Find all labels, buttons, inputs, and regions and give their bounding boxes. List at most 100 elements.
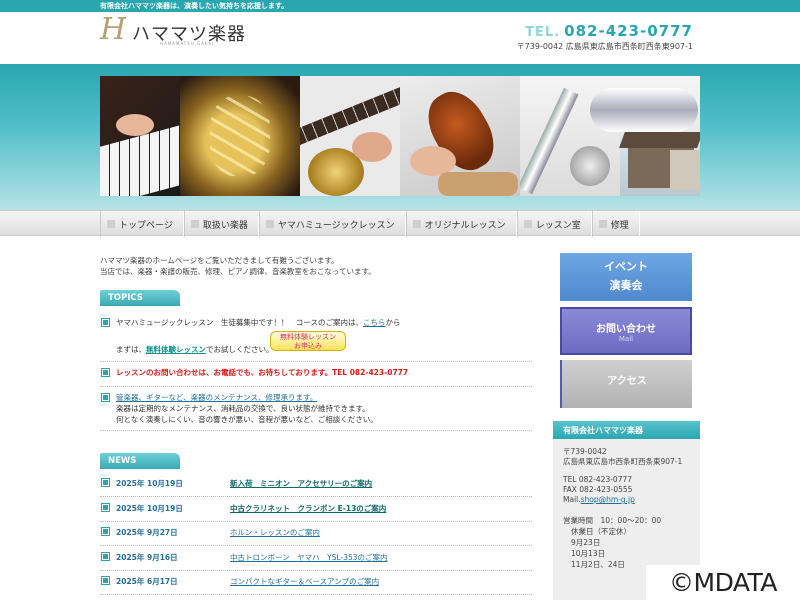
tel-label: TEL. [525, 25, 561, 40]
contact-label: お問い合わせ [596, 324, 656, 335]
nav-original-lesson[interactable]: オリジナルレッスン [405, 211, 517, 237]
news-row: 2025年 9月27日 ホルン・レッスンのご案内 [100, 524, 532, 546]
bullet-icon [102, 577, 109, 584]
bullet-icon [102, 369, 109, 376]
bullet-icon [102, 528, 109, 535]
news-date: 2025年 9月16日 [116, 552, 178, 562]
header-address: 〒739-0042 広島県東広島市西条町西条東907-1 [516, 42, 693, 51]
nav-bullet-icon [107, 220, 115, 228]
topic-text: ヤマハミュージックレッスン 生徒募集中です！！ コースのご案内は、 [116, 318, 363, 327]
bullet-icon [102, 394, 109, 401]
contact-sublabel: Mail [618, 335, 634, 343]
mail-label: Mail. [563, 495, 581, 504]
access-button[interactable]: アクセス [560, 360, 692, 408]
company-heading: 有限会社ハママツ楽器 [553, 421, 700, 439]
intro-line-2: 当店では、楽器・楽譜の販売、修理、ピアノ調律、音楽教室をおこなっています。 [100, 267, 376, 276]
nav-label: トップページ [119, 220, 173, 231]
repair-link[interactable]: 管楽器、ギターなど、楽器のメンテナンス、修理承ります。 [116, 393, 317, 403]
news-row: 2025年 6月17日 コンパクトなギター＆ベースアンプのご案内 [100, 573, 532, 595]
access-label: アクセス [607, 376, 647, 387]
bullet-icon [102, 503, 109, 511]
news-link[interactable]: 中古クラリネット クランポン E-13のご案内 [230, 503, 386, 514]
news-row: 2025年 10月19日 中古クラリネット クランポン E-13のご案内 [100, 500, 532, 522]
nav-bullet-icon [523, 220, 532, 228]
trial-button-line-1: 無料体験レッスン [280, 333, 336, 341]
nav-instruments[interactable]: 取扱い楽器 [183, 211, 259, 237]
hero-collage [100, 76, 700, 196]
news-date: 2025年 9月27日 [116, 528, 178, 537]
business-hours: 営業時間 10：00～20：00 [563, 516, 662, 525]
nav-label: ヤマハミュージックレッスン [277, 220, 395, 231]
bullet-icon [102, 319, 109, 326]
holiday-label: 休業日（不定休） [571, 527, 631, 536]
intro-text: ハママツ楽器のホームページをご覧いただきまして有難うございます。 当店では、楽器… [100, 255, 540, 277]
news-date: 2025年 10月19日 [116, 503, 183, 513]
trial-lesson-link[interactable]: 無料体験レッスン [146, 345, 206, 354]
news-row: 2025年 10月19日 新入荷 ミニオン アクセサリーのご案内 [100, 475, 532, 497]
holiday-date: 9月23日 [571, 538, 601, 547]
nav-bullet-icon [190, 220, 199, 228]
holiday-date: 10月13日 [571, 549, 606, 558]
tagline: 有限会社ハママツ楽器は、演奏したい気持ちを応援します。 [100, 2, 289, 10]
topic-text: 何となく演奏しにくい、音の響きが悪い、音程が悪いなど、ご相談ください。 [116, 415, 378, 424]
intro-line-1: ハママツ楽器のホームページをご覧いただきまして有難うございます。 [100, 256, 339, 265]
company-zip: 〒739-0042 [563, 447, 607, 456]
logo-subtext: HAMAMATSU GAKKI [160, 41, 215, 46]
bullet-icon [102, 552, 109, 560]
news-date: 2025年 6月17日 [116, 577, 178, 586]
news-row: 2025年 9月16日 中古トロンボーン ヤマハ YSL-353のご案内 [100, 549, 532, 571]
header-tel: TEL. 082-423-0777 [525, 22, 693, 40]
nav-label: 修理 [610, 220, 629, 231]
saxophone-photo [180, 76, 300, 196]
tel-number: 082-423-0777 [564, 22, 693, 40]
event-button[interactable]: イベント 演奏会 [560, 253, 692, 301]
guitar-horn-photo [300, 76, 400, 196]
topic-text: 楽器は定期的なメンテナンス、消耗品の交換で、良い状態が維持できます。 [116, 404, 370, 413]
nav-bullet-icon [598, 220, 607, 228]
nav-bullet-icon [412, 220, 421, 228]
topic-item: 管楽器、ギターなど、楽器のメンテナンス、修理承ります。 楽器は定期的なメンテナン… [100, 391, 532, 431]
news-date: 2025年 10月19日 [116, 479, 183, 488]
topic-text: から [385, 318, 401, 327]
topics-heading: TOPICS [100, 290, 180, 306]
piano-photo [100, 76, 180, 196]
site-logo[interactable]: H ハママツ楽器 HAMAMATSU GAKKI [100, 12, 260, 48]
nav-repair[interactable]: 修理 [591, 211, 640, 237]
nav-label: オリジナルレッスン [424, 220, 506, 231]
company-address: 広島県東広島市西条町西条東907-1 [563, 457, 683, 466]
violin-photo [400, 76, 520, 196]
topic-text: まずは、 [116, 345, 146, 354]
course-link[interactable]: こちら [363, 318, 386, 327]
news-heading: NEWS [100, 453, 180, 469]
top-strip: 有限会社ハママツ楽器は、演奏したい気持ちを応援します。 [0, 0, 800, 12]
mail-link[interactable]: shop@hm-g.jp [581, 495, 635, 504]
brass-store-photo [520, 76, 700, 196]
nav-lesson-room[interactable]: レッスン室 [516, 211, 592, 237]
logo-h-icon: H [100, 12, 127, 47]
trial-button-line-2: お申込み [294, 342, 322, 350]
topic-text: でお試しください。 [206, 345, 274, 354]
company-mail-row: Mail.shop@hm-g.jp [563, 495, 635, 505]
bullet-icon [102, 479, 109, 486]
nav-top-page[interactable]: トップページ [100, 211, 184, 237]
event-sublabel: 演奏会 [609, 279, 643, 292]
nav-label: レッスン室 [535, 220, 581, 231]
holiday-date: 11月2日、24日 [571, 560, 625, 569]
news-link[interactable]: ホルン・レッスンのご案内 [230, 527, 320, 538]
main-nav: トップページ 取扱い楽器 ヤマハミュージックレッスン オリジナルレッスン レッス… [0, 210, 800, 237]
topic-item: ヤマハミュージックレッスン 生徒募集中です！！ コースのご案内は、こちらから ま… [100, 315, 532, 362]
topic-item: レッスンのお問い合わせは、お電話でも、お待ちしております。TEL 082-423… [100, 365, 532, 387]
nav-yamaha-lesson[interactable]: ヤマハミュージックレッスン [258, 211, 406, 237]
news-link[interactable]: コンパクトなギター＆ベースアンプのご案内 [230, 576, 379, 587]
news-link[interactable]: 中古トロンボーン ヤマハ YSL-353のご案内 [230, 552, 388, 563]
topic-phone-notice: レッスンのお問い合わせは、お電話でも、お待ちしております。TEL 082-423… [116, 368, 409, 377]
news-link[interactable]: 新入荷 ミニオン アクセサリーのご案内 [230, 478, 372, 489]
contact-button[interactable]: お問い合わせ Mail [560, 307, 692, 355]
nav-bullet-icon [265, 220, 274, 228]
company-tel: TEL 082-423-0777 [563, 475, 633, 484]
nav-label: 取扱い楽器 [202, 220, 248, 231]
trial-lesson-button[interactable]: 無料体験レッスン お申込み [270, 331, 346, 351]
watermark: ©MDATA [646, 565, 800, 600]
event-label: イベント [604, 260, 648, 273]
company-fax: FAX 082-423-0555 [563, 485, 633, 494]
